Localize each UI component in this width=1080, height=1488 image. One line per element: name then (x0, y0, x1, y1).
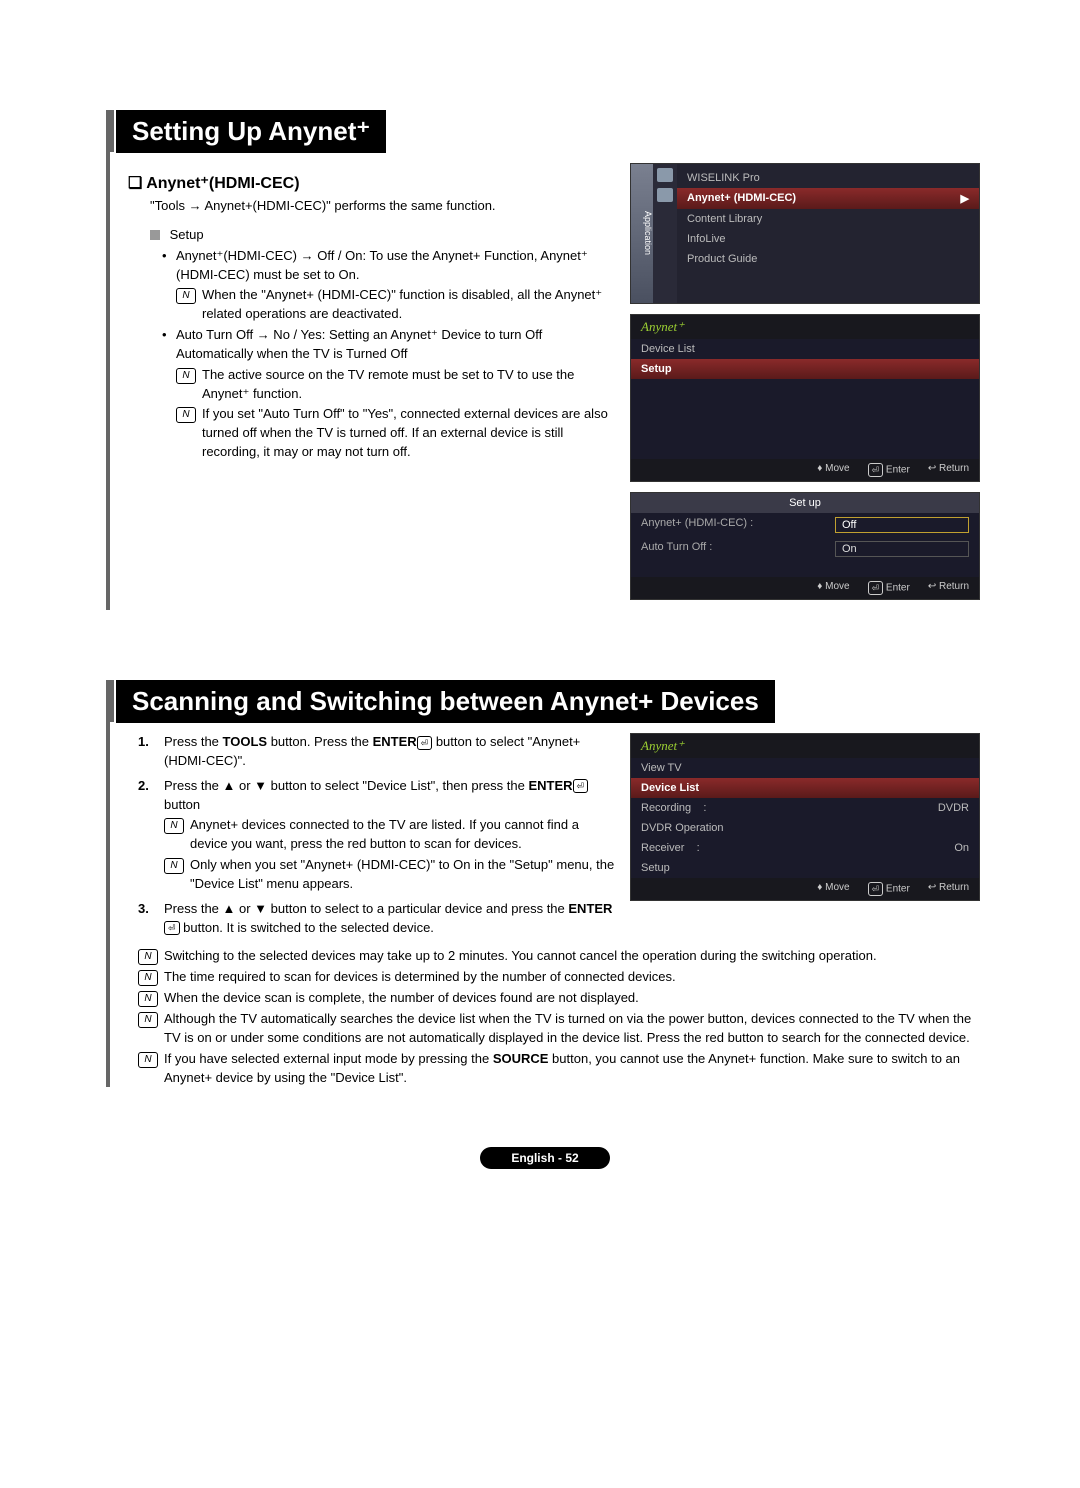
section-border (106, 110, 114, 610)
menu-item: Recording : DVDR (631, 798, 979, 818)
setting-row: Anynet+ (HDMI-CEC) : Off (631, 513, 979, 537)
note: N The time required to scan for devices … (138, 968, 980, 987)
note-icon: N (164, 818, 184, 834)
menu-item: Product Guide (677, 249, 979, 269)
menu-item: DVDR Operation (631, 818, 979, 838)
step-1: 1. Press the TOOLS button. Press the ENT… (138, 733, 616, 771)
intro-text: "Tools → Anynet+(HDMI-CEC)" performs the… (150, 197, 616, 216)
tv-screenshot-device-list: Anynet⁺ View TV Device List Recording : … (630, 733, 980, 901)
note: N If you have selected external input mo… (138, 1050, 980, 1088)
menu-item: Device List (631, 339, 979, 359)
menu-item-selected: Anynet+ (HDMI-CEC)▶ (677, 188, 979, 209)
note: N Switching to the selected devices may … (138, 947, 980, 966)
menu-item-selected: Device List (631, 778, 979, 798)
subhead-anynet-hdmi-cec: Anynet⁺(HDMI-CEC) (128, 173, 616, 193)
note-icon: N (138, 991, 158, 1007)
setup-bullet-2: Auto Turn Off → No / Yes: Setting an Any… (158, 326, 616, 462)
menu-item: Content Library (677, 209, 979, 229)
hint-bar: ♦ Move ⏎ Enter ↩ Return (631, 577, 979, 599)
enter-icon: ⏎ (417, 736, 433, 750)
setup-label: Setup (170, 227, 204, 242)
note-icon: N (176, 288, 196, 304)
step-number: 1. (138, 733, 149, 752)
note-icon: N (176, 368, 196, 384)
menu-item: Setup (631, 858, 979, 878)
section-scanning-switching: Scanning and Switching between Anynet+ D… (110, 680, 980, 1087)
note-icon: N (138, 949, 158, 965)
chevron-right-icon: ▶ (961, 192, 969, 205)
note-icon: N (138, 970, 158, 986)
menu-icon (657, 168, 673, 182)
note: N When the device scan is complete, the … (138, 989, 980, 1008)
tv-screenshot-application-menu: Application WISELINK Pro Anynet+ (HDMI-C… (630, 163, 980, 304)
note: N Anynet+ devices connected to the TV ar… (164, 816, 616, 854)
enter-icon: ⏎ (868, 581, 884, 595)
note: N Only when you set "Anynet+ (HDMI-CEC)"… (164, 856, 616, 894)
step-2: 2. Press the ▲ or ▼ button to select "De… (138, 777, 616, 894)
menu-item: Receiver : On (631, 838, 979, 858)
step-number: 3. (138, 900, 149, 919)
tv-screenshot-setup: Set up Anynet+ (HDMI-CEC) : Off Auto Tur… (630, 492, 980, 600)
enter-icon: ⏎ (164, 921, 180, 935)
note: N If you set "Auto Turn Off" to "Yes", c… (176, 405, 616, 462)
menu-item: WISELINK Pro (677, 168, 979, 188)
section-title: Setting Up Anynet⁺ (116, 110, 386, 153)
enter-icon: ⏎ (573, 779, 589, 793)
value-box-selected: Off (835, 517, 969, 533)
enter-icon: ⏎ (868, 463, 884, 477)
value-box: On (835, 541, 969, 557)
icon-column (653, 164, 677, 303)
section-border (106, 680, 114, 1087)
panel-title: Set up (631, 493, 979, 513)
side-tab-application: Application (631, 164, 653, 303)
note: N When the "Anynet+ (HDMI-CEC)" function… (176, 286, 616, 324)
note: N Although the TV automatically searches… (138, 1010, 980, 1048)
hint-bar: ♦ Move ⏎ Enter ↩ Return (631, 459, 979, 481)
note-icon: N (176, 407, 196, 423)
section-title: Scanning and Switching between Anynet+ D… (116, 680, 775, 723)
note-icon: N (138, 1012, 158, 1028)
menu-item: InfoLive (677, 229, 979, 249)
note-icon: N (164, 858, 184, 874)
menu-item-selected: Setup (631, 359, 979, 379)
setting-row: Auto Turn Off : On (631, 537, 979, 561)
step-number: 2. (138, 777, 149, 796)
page-footer: English - 52 (480, 1147, 610, 1169)
brand-label: Anynet⁺ (631, 315, 979, 339)
section-setting-up: Setting Up Anynet⁺ Anynet⁺(HDMI-CEC) "To… (110, 110, 980, 610)
hint-bar: ♦ Move ⏎ Enter ↩ Return (631, 878, 979, 900)
tv-screenshot-anynet-menu: Anynet⁺ Device List Setup ♦ Move ⏎ Enter… (630, 314, 980, 482)
note: N The active source on the TV remote mus… (176, 366, 616, 404)
step-3: 3. Press the ▲ or ▼ button to select to … (138, 900, 616, 938)
menu-item: View TV (631, 758, 979, 778)
setup-bullet-1: Anynet⁺(HDMI-CEC) → Off / On: To use the… (158, 247, 616, 324)
note-icon: N (138, 1052, 158, 1068)
enter-icon: ⏎ (868, 882, 884, 896)
brand-label: Anynet⁺ (631, 734, 979, 758)
menu-icon (657, 188, 673, 202)
square-bullet-icon (150, 230, 160, 240)
